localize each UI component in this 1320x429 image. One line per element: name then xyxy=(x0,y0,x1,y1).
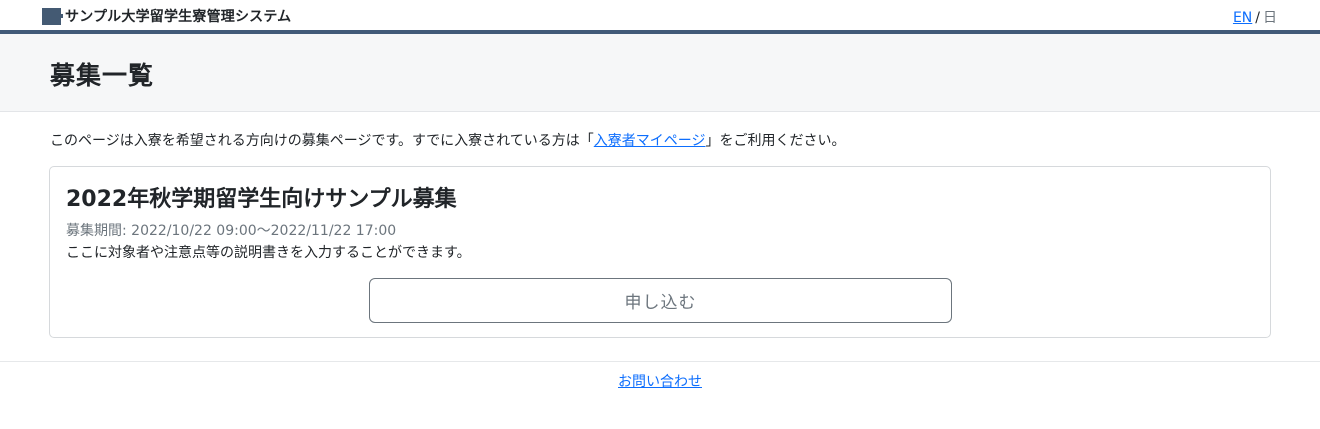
page-header: 募集一覧 xyxy=(0,34,1320,112)
lang-ja-current: 日 xyxy=(1263,10,1277,26)
recruitment-card: 2022年秋学期留学生向けサンプル募集 募集期間: 2022/10/22 09:… xyxy=(49,166,1271,338)
top-navbar: サンプル大学留学生寮管理システム EN / 日 xyxy=(0,0,1320,30)
contact-link[interactable]: お問い合わせ xyxy=(618,374,702,390)
page-title: 募集一覧 xyxy=(50,61,155,90)
brand[interactable]: サンプル大学留学生寮管理システム xyxy=(42,7,291,25)
recruitment-title: 2022年秋学期留学生向けサンプル募集 xyxy=(66,187,457,212)
university-logo-icon xyxy=(42,7,63,25)
lang-separator: / xyxy=(1255,10,1260,26)
recruitment-period: 募集期間: 2022/10/22 09:00〜2022/11/22 17:00 xyxy=(66,223,397,239)
apply-button[interactable]: 申し込む xyxy=(369,278,952,323)
lang-en-link[interactable]: EN xyxy=(1233,10,1252,26)
footer: お問い合わせ xyxy=(0,371,1320,391)
recruitment-description: ここに対象者や注意点等の説明書きを入力することができます。 xyxy=(66,245,471,261)
brand-name: サンプル大学留学生寮管理システム xyxy=(65,9,292,25)
notice-before: このページは入寮を希望される方向けの募集ページです。すでに入寮されている方は「 xyxy=(50,133,594,149)
resident-mypage-link[interactable]: 入寮者マイページ xyxy=(594,133,706,149)
notice-text: このページは入寮を希望される方向けの募集ページです。すでに入寮されている方は「入… xyxy=(50,130,846,150)
notice-after: 」をご利用ください。 xyxy=(705,133,846,149)
language-switcher: EN / 日 xyxy=(1233,7,1277,27)
footer-divider xyxy=(0,361,1320,362)
